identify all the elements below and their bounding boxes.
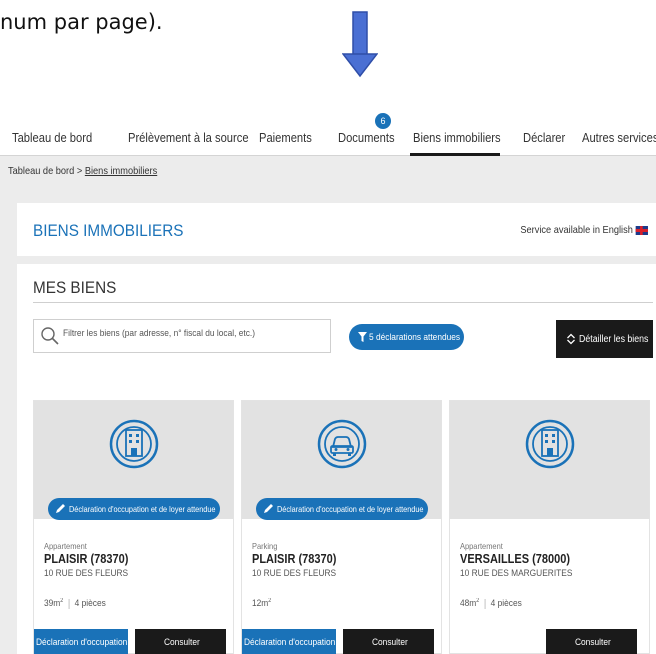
building-icon (525, 419, 575, 469)
top-caption: num par page). (0, 10, 163, 34)
search-field[interactable]: Filtrer les biens (par adresse, n° fisca… (33, 319, 331, 353)
property-city: PLAISIR (78370) (252, 552, 337, 566)
detail-properties-label: Détailler les biens (579, 334, 649, 345)
area-value: 12m (252, 598, 269, 610)
nav-tableau-de-bord[interactable]: Tableau de bord (12, 130, 92, 145)
nav-prelevement[interactable]: Prélèvement à la source (128, 130, 249, 145)
property-area: 39m2 4 pièces (44, 598, 106, 609)
consult-label: Consulter (575, 637, 611, 648)
nav-documents[interactable]: Documents (338, 130, 395, 145)
main-nav: Tableau de bord Prélèvement à la source … (0, 112, 656, 156)
down-arrow-icon (342, 11, 378, 78)
declare-occupation-label: Déclaration d'occupation (244, 637, 336, 648)
consult-label: Consulter (372, 637, 408, 648)
property-city: VERSAILLES (78000) (460, 552, 571, 566)
nav-biens-immobiliers[interactable]: Biens immobiliers (413, 130, 501, 145)
area-exponent: 2 (60, 598, 64, 604)
breadcrumb-home[interactable]: Tableau de bord (8, 165, 74, 177)
uk-flag-icon (635, 225, 648, 235)
breadcrumb-current[interactable]: Biens immobiliers (85, 165, 157, 177)
property-street: 10 RUE DES MARGUERITES (460, 568, 573, 579)
consult-button[interactable]: Consulter (135, 629, 226, 654)
property-type: Appartement (460, 541, 503, 551)
declaration-pending-label: Déclaration d'occupation et de loyer att… (69, 504, 216, 514)
area-exponent: 2 (476, 598, 480, 604)
consult-label: Consulter (164, 637, 200, 648)
header-panel: BIENS IMMOBILIERS Service available in E… (17, 203, 656, 256)
divider (68, 598, 70, 609)
sort-icon (567, 333, 575, 345)
divider (484, 598, 486, 609)
area-exponent: 2 (268, 598, 272, 604)
property-type: Appartement (44, 541, 87, 551)
property-area: 12m2 (252, 598, 271, 609)
search-input[interactable]: Filtrer les biens (par adresse, n° fisca… (63, 328, 255, 339)
breadcrumb-separator: > (76, 165, 83, 177)
documents-badge: 6 (375, 113, 391, 129)
breadcrumb: Tableau de bord > Biens immobiliers (8, 165, 157, 177)
property-card[interactable]: Appartement VERSAILLES (78000) 10 RUE DE… (449, 400, 650, 654)
property-card[interactable]: Déclaration d'occupation et de loyer att… (241, 400, 442, 654)
property-city: PLAISIR (78370) (44, 552, 129, 566)
detail-properties-button[interactable]: Détailler les biens (556, 320, 653, 358)
section-title: MES BIENS (33, 278, 117, 297)
pending-declarations-label: 5 déclarations attendues (369, 332, 461, 343)
nav-declarer[interactable]: Déclarer (523, 130, 565, 145)
nav-paiements[interactable]: Paiements (259, 130, 312, 145)
pencil-icon (56, 504, 65, 513)
pencil-icon (264, 504, 273, 513)
property-type: Parking (252, 541, 278, 551)
search-icon (41, 327, 59, 345)
declaration-pending-pill[interactable]: Déclaration d'occupation et de loyer att… (48, 498, 220, 520)
property-area: 48m2 4 pièces (460, 598, 522, 609)
declaration-pending-label: Déclaration d'occupation et de loyer att… (277, 504, 424, 514)
property-street: 10 RUE DES FLEURS (44, 568, 129, 579)
car-icon (317, 419, 367, 469)
section-divider (33, 302, 653, 303)
property-card[interactable]: Déclaration d'occupation et de loyer att… (33, 400, 234, 654)
declare-occupation-button[interactable]: Déclaration d'occupation (34, 629, 128, 654)
page-title: BIENS IMMOBILIERS (33, 221, 184, 240)
english-service-label: Service available in English (520, 224, 634, 236)
consult-button[interactable]: Consulter (343, 629, 434, 654)
filter-icon (358, 332, 367, 342)
english-service-link[interactable]: Service available in English (521, 224, 648, 236)
declaration-pending-pill[interactable]: Déclaration d'occupation et de loyer att… (256, 498, 428, 520)
consult-button[interactable]: Consulter (546, 629, 637, 654)
property-street: 10 RUE DES FLEURS (252, 568, 337, 579)
pending-declarations-button[interactable]: 5 déclarations attendues (349, 324, 464, 350)
nav-autres-services[interactable]: Autres services (582, 130, 656, 145)
area-value: 48m (460, 598, 477, 610)
declare-occupation-button[interactable]: Déclaration d'occupation (242, 629, 336, 654)
declare-occupation-label: Déclaration d'occupation (36, 637, 128, 648)
area-value: 39m (44, 598, 61, 610)
rooms-value: 4 pièces (490, 598, 522, 610)
rooms-value: 4 pièces (74, 598, 106, 610)
properties-panel: MES BIENS Filtrer les biens (par adresse… (17, 264, 656, 654)
building-icon (109, 419, 159, 469)
